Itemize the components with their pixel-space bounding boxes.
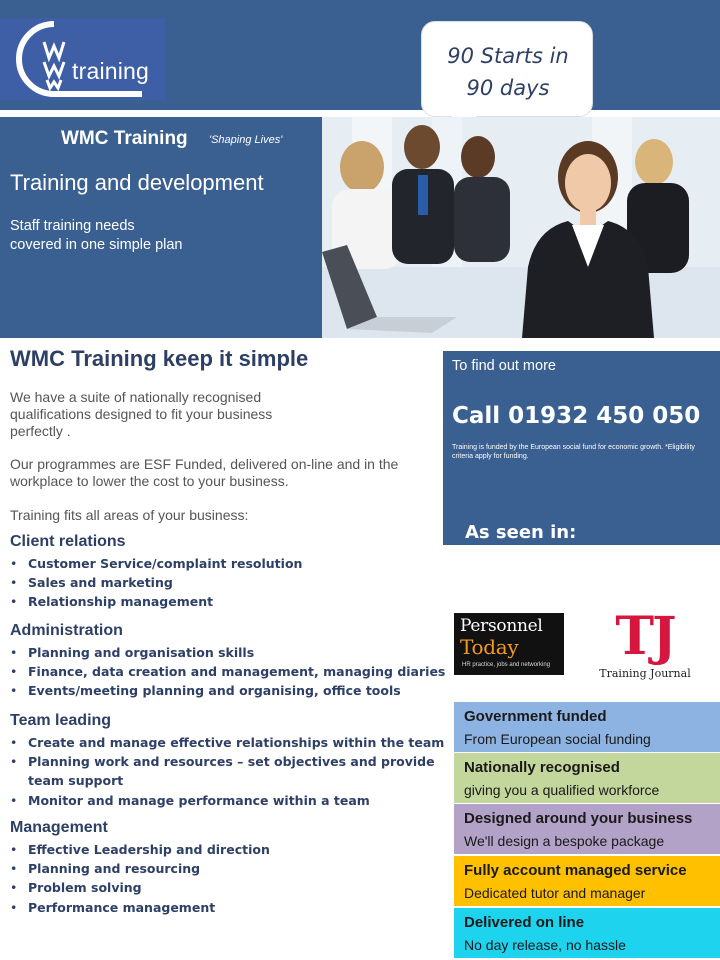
hero-sub-line-1: Staff training needs [10, 218, 135, 234]
list-item: Customer Service/complaint resolution [10, 554, 302, 573]
list-item: Create and manage effective relationship… [10, 733, 444, 752]
feature-subtitle: From European social funding [464, 731, 651, 747]
brand-title: WMC Training [61, 128, 188, 149]
feature-subtitle: We'll design a bespoke package [464, 833, 665, 849]
feature-subtitle: No day release, no hassle [464, 937, 626, 953]
list-item: Planning work and resources – set object… [10, 752, 444, 771]
list-item-continuation: team support [28, 773, 124, 789]
header-divider [0, 110, 720, 117]
feature-nationally-recognised: Nationally recognised giving you a quali… [454, 753, 720, 803]
hero-subtext: Staff training needs covered in one simp… [10, 217, 310, 255]
list-item: Relationship management [10, 592, 302, 611]
feature-title: Designed around your business [464, 810, 693, 827]
hero-sub-line-2: covered in one simple plan [10, 237, 183, 253]
feature-title: Nationally recognised [464, 759, 620, 776]
areas-paragraph: Training fits all areas of your business… [10, 507, 249, 523]
list-item: Performance management [10, 898, 270, 917]
photo-illustration [322, 117, 720, 338]
team-leading-list: Create and manage effective relationship… [10, 733, 444, 810]
main-heading: WMC Training keep it simple [10, 346, 309, 371]
personnel-today-tagline: HR practice, jobs and networking [462, 662, 551, 668]
personnel-today-logo-line1: Personnel [460, 616, 543, 636]
list-item: Sales and marketing [10, 573, 302, 592]
list-item: Events/meeting planning and organising, … [10, 681, 445, 700]
feature-subtitle: giving you a qualified workforce [464, 782, 660, 798]
personnel-today-logo-line2: Today [460, 635, 519, 659]
feature-delivered-online: Delivered on line No day release, no has… [454, 908, 720, 958]
feature-account-managed: Fully account managed service Dedicated … [454, 856, 720, 906]
list-item: Finance, data creation and management, m… [10, 662, 445, 681]
contact-panel: To find out more Call 01932 450 050 Trai… [443, 351, 720, 545]
brand-tagline: 'Shaping Lives' [209, 134, 283, 146]
list-item: Effective Leadership and direction [10, 840, 270, 859]
intro-paragraph: We have a suite of nationally recognised… [10, 389, 273, 439]
personnel-today-logo: Personnel Today HR practice, jobs and ne… [454, 613, 564, 675]
logo-wordmark: training [72, 58, 150, 84]
funding-paragraph: Our programmes are ESF Funded, delivered… [10, 456, 399, 489]
list-item: Planning and organisation skills [10, 643, 445, 662]
feature-government-funded: Government funded From European social f… [454, 702, 720, 752]
list-item: Problem solving [10, 878, 270, 897]
feature-designed-around-business: Designed around your business We'll desi… [454, 804, 720, 854]
promo-speech-bubble: 90 Starts in 90 days [421, 21, 593, 117]
hero-panel: WMC Training 'Shaping Lives' Training an… [0, 117, 322, 338]
training-journal-name: Training Journal [599, 667, 691, 680]
list-item: Planning and resourcing [10, 859, 270, 878]
office-team-photo [322, 117, 720, 338]
client-relations-list: Customer Service/complaint resolution Sa… [10, 554, 302, 612]
feature-title: Delivered on line [464, 914, 585, 931]
management-list: Effective Leadership and direction Plann… [10, 840, 270, 917]
company-logo: training [0, 18, 165, 100]
administration-list: Planning and organisation skills Finance… [10, 643, 445, 701]
bubble-line-1: 90 Starts in [447, 44, 569, 68]
training-journal-logo: TJ Training Journal [597, 606, 693, 683]
section-heading-client-relations: Client relations [10, 533, 126, 550]
tj-letters: TJ [615, 606, 676, 667]
section-heading-management: Management [10, 819, 108, 836]
feature-title: Fully account managed service [464, 862, 687, 879]
phone-number[interactable]: Call 01932 450 050 [452, 403, 700, 429]
funding-note: Training is funded by the European socia… [452, 444, 695, 460]
bubble-line-2: 90 days [466, 76, 550, 100]
as-seen-in-label: As seen in: [465, 522, 577, 543]
list-item: Monitor and manage performance within a … [10, 791, 444, 810]
feature-title: Government funded [464, 708, 607, 725]
section-heading-team-leading: Team leading [10, 712, 112, 729]
section-heading-administration: Administration [10, 622, 123, 639]
feature-subtitle: Dedicated tutor and manager [464, 885, 646, 901]
find-out-more-label: To find out more [452, 358, 556, 374]
hero-heading: Training and development [10, 170, 264, 195]
